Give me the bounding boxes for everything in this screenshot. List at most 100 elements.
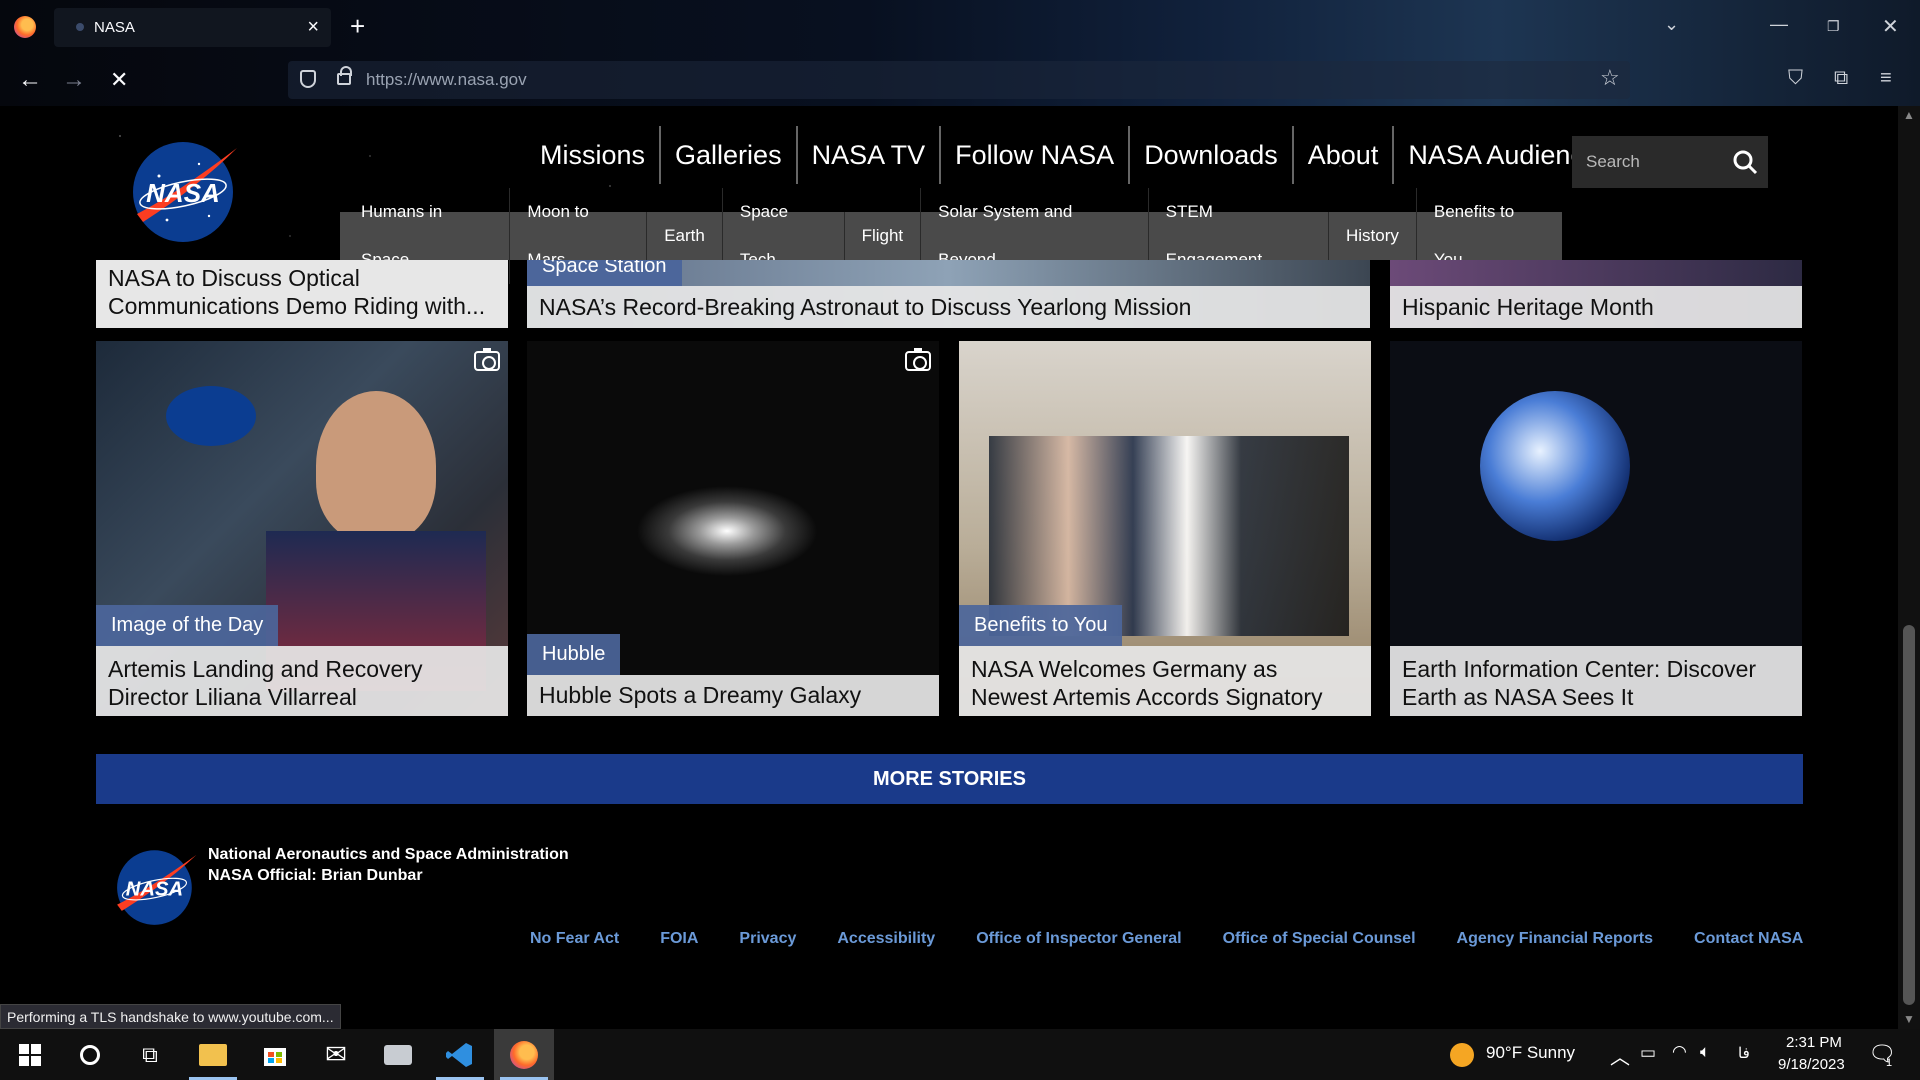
tab-nasa[interactable]: NASA × xyxy=(54,8,331,47)
scrollbar-thumb[interactable] xyxy=(1903,625,1915,1005)
sun-icon[interactable] xyxy=(1450,1043,1474,1067)
agency-name: National Aeronautics and Space Administr… xyxy=(208,846,569,863)
list-tabs-icon[interactable]: ⌄ xyxy=(1664,14,1679,35)
status-bar: Performing a TLS handshake to www.youtub… xyxy=(0,1004,341,1029)
site-search xyxy=(1572,136,1768,188)
subnav-flight[interactable]: Flight xyxy=(843,212,921,260)
mail-icon[interactable]: ✉ xyxy=(306,1029,366,1080)
footer-nasa-logo[interactable]: NASA xyxy=(112,844,200,928)
menu-icon[interactable]: ≡ xyxy=(1880,67,1892,90)
story-card[interactable]: NASA to Discuss Optical Communications D… xyxy=(96,260,508,328)
loading-icon xyxy=(76,23,84,31)
main-nav: Missions Galleries NASA TV Follow NASA D… xyxy=(526,126,1626,184)
url-text[interactable]: https://www.nasa.gov xyxy=(366,70,527,90)
close-tab-icon[interactable]: × xyxy=(307,16,319,38)
sub-nav: Humans in Space Moon to Mars Earth Space… xyxy=(340,188,1562,284)
scroll-up-icon[interactable]: ▲ xyxy=(1903,108,1915,122)
story-tag[interactable]: Image of the Day xyxy=(96,605,279,646)
notification-count: 1 xyxy=(1886,1057,1893,1069)
story-card[interactable]: Hubble Hubble Spots a Dreamy Galaxy xyxy=(527,341,939,716)
firefox-icon[interactable] xyxy=(14,16,36,38)
story-tag[interactable]: Hubble xyxy=(527,634,621,675)
firefox-taskbar-icon[interactable] xyxy=(494,1029,554,1080)
story-tag[interactable]: Benefits to You xyxy=(959,605,1123,646)
story-card[interactable]: Space Station NASA’s Record-Breaking Ast… xyxy=(527,260,1370,328)
portrait-image xyxy=(316,391,436,541)
footer-link-inspector-general[interactable]: Office of Inspector General xyxy=(976,930,1181,948)
remote-desktop-icon[interactable] xyxy=(368,1029,428,1080)
story-card[interactable]: Earth Information Center: Discover Earth… xyxy=(1390,341,1802,716)
restore-icon[interactable]: ❐ xyxy=(1827,18,1840,35)
story-title[interactable]: NASA to Discuss Optical Communications D… xyxy=(96,260,508,328)
windows-start-icon[interactable] xyxy=(0,1029,60,1080)
new-tab-button[interactable]: + xyxy=(350,13,365,39)
subnav-history[interactable]: History xyxy=(1327,212,1416,260)
tray-chevron-icon[interactable]: ︿ xyxy=(1610,1041,1630,1070)
nav-galleries[interactable]: Galleries xyxy=(659,126,796,184)
nav-about[interactable]: About xyxy=(1291,126,1393,184)
page-content: NASA Missions Galleries NASA TV Follow N… xyxy=(0,106,1898,1029)
story-title[interactable]: Hubble Spots a Dreamy Galaxy xyxy=(527,675,939,716)
footer-link-foia[interactable]: FOIA xyxy=(660,930,698,948)
subnav-earth[interactable]: Earth xyxy=(646,212,722,260)
forward-icon[interactable]: → xyxy=(62,67,86,93)
close-window-icon[interactable]: ✕ xyxy=(1882,14,1899,39)
footer-agency-info: National Aeronautics and Space Administr… xyxy=(208,844,569,886)
story-title[interactable]: Artemis Landing and Recovery Director Li… xyxy=(96,646,508,716)
nasa-official: NASA Official: Brian Dunbar xyxy=(208,867,423,884)
story-title[interactable]: Earth Information Center: Discover Earth… xyxy=(1390,646,1802,716)
nav-nasa-tv[interactable]: NASA TV xyxy=(795,126,940,184)
clock-date[interactable]: 9/18/2023 xyxy=(1778,1056,1845,1073)
wifi-icon[interactable]: ◠ xyxy=(1672,1042,1687,1062)
microsoft-store-icon[interactable] xyxy=(245,1029,305,1080)
search-circle-icon[interactable] xyxy=(60,1029,120,1080)
story-tag[interactable]: Space Station xyxy=(527,260,682,287)
story-card[interactable]: Hispanic Heritage Month xyxy=(1390,260,1802,328)
search-icon[interactable] xyxy=(1732,149,1758,175)
story-title[interactable]: NASA’s Record-Breaking Astronaut to Disc… xyxy=(527,286,1370,328)
footer-link-financial-reports[interactable]: Agency Financial Reports xyxy=(1457,930,1654,948)
volume-icon[interactable]: 🔈︎ xyxy=(1700,1042,1710,1062)
lock-icon[interactable] xyxy=(337,66,352,85)
task-view-icon[interactable]: ⧉ xyxy=(120,1029,180,1080)
nav-downloads[interactable]: Downloads xyxy=(1128,126,1292,184)
weather-text[interactable]: 90°F Sunny xyxy=(1486,1043,1575,1063)
file-explorer-icon[interactable] xyxy=(183,1029,243,1080)
earth-globe-image xyxy=(1480,391,1630,541)
story-title[interactable]: NASA Welcomes Germany as Newest Artemis … xyxy=(959,646,1371,716)
footer-link-accessibility[interactable]: Accessibility xyxy=(837,930,935,948)
footer-link-special-counsel[interactable]: Office of Special Counsel xyxy=(1223,930,1416,948)
nav-missions[interactable]: Missions xyxy=(526,126,659,184)
navigation-bar: ← → ✕ https://www.nasa.gov ☆ ⛉ ⧉ ≡ xyxy=(0,55,1920,106)
bookmark-star-icon[interactable]: ☆ xyxy=(1600,65,1620,91)
logo-wordmark: NASA xyxy=(146,178,220,208)
extensions-icon[interactable]: ⧉ xyxy=(1834,67,1848,90)
tab-strip: NASA × + ⌄ — ❐ ✕ xyxy=(0,0,1920,55)
tab-title: NASA xyxy=(94,19,135,36)
story-title[interactable]: Hispanic Heritage Month xyxy=(1390,286,1802,328)
story-card[interactable]: Benefits to You NASA Welcomes Germany as… xyxy=(959,341,1371,716)
search-input[interactable] xyxy=(1586,150,1726,174)
stop-loading-icon[interactable]: ✕ xyxy=(110,67,128,93)
battery-icon[interactable]: ▭ xyxy=(1640,1043,1656,1063)
camera-icon xyxy=(905,348,931,371)
nasa-meatball-image xyxy=(166,386,256,446)
clock-time[interactable]: 2:31 PM xyxy=(1786,1034,1842,1051)
back-icon[interactable]: ← xyxy=(18,67,42,93)
footer-link-contact-nasa[interactable]: Contact NASA xyxy=(1694,930,1803,948)
vscode-icon[interactable] xyxy=(430,1029,490,1080)
minimize-icon[interactable]: — xyxy=(1770,14,1788,35)
scroll-down-icon[interactable]: ▼ xyxy=(1903,1012,1915,1026)
browser-chrome: NASA × + ⌄ — ❐ ✕ ← → ✕ https://www.nasa.… xyxy=(0,0,1920,106)
logo-wordmark: NASA xyxy=(126,878,183,900)
tracking-protection-icon[interactable] xyxy=(300,70,316,88)
camera-icon xyxy=(474,348,500,371)
nasa-logo[interactable]: NASA xyxy=(129,136,241,244)
input-language[interactable]: فا xyxy=(1738,1044,1750,1062)
footer-link-privacy[interactable]: Privacy xyxy=(739,930,796,948)
nav-follow-nasa[interactable]: Follow NASA xyxy=(939,126,1128,184)
pocket-icon[interactable]: ⛉ xyxy=(1788,67,1803,90)
story-card[interactable]: Image of the Day Artemis Landing and Rec… xyxy=(96,341,508,716)
more-stories-button[interactable]: MORE STORIES xyxy=(96,754,1803,804)
footer-link-no-fear-act[interactable]: No Fear Act xyxy=(530,930,619,948)
